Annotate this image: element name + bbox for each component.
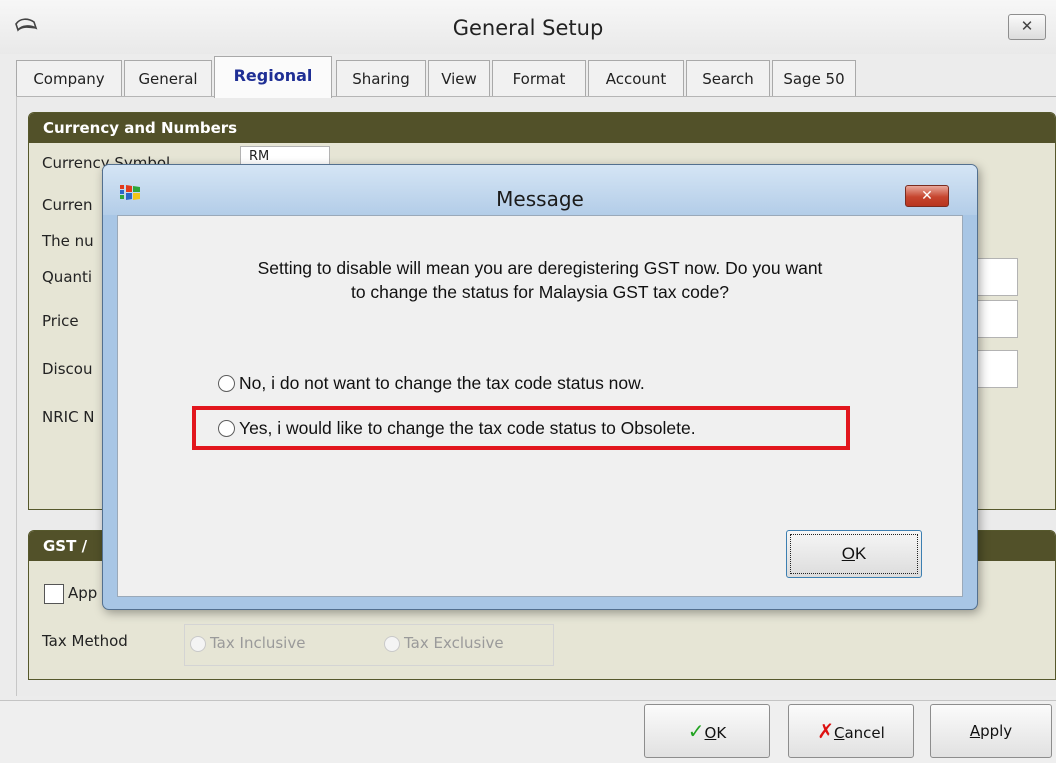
- dialog-message-line-1: Setting to disable will mean you are der…: [257, 258, 823, 278]
- tax-method-label: Tax Method: [42, 632, 128, 650]
- cross-icon: ✗: [817, 719, 834, 743]
- tab-sharing[interactable]: Sharing: [336, 60, 426, 96]
- tab-format[interactable]: Format: [492, 60, 586, 96]
- tax-exclusive-radio[interactable]: [384, 636, 400, 652]
- tax-inclusive-label: Tax Inclusive: [210, 634, 306, 652]
- currency-row-label: Curren: [42, 196, 93, 214]
- window-title: General Setup: [452, 16, 604, 40]
- tab-general[interactable]: General: [124, 60, 212, 96]
- option-no-label: No, i do not want to change the tax code…: [239, 373, 645, 393]
- ok-mnemonic: O: [704, 724, 717, 742]
- tab-company[interactable]: Company: [16, 60, 122, 96]
- dialog-ok-button[interactable]: OK: [786, 530, 922, 578]
- dialog-ok-mnemonic: O: [841, 544, 855, 563]
- option-no[interactable]: No, i do not want to change the tax code…: [218, 370, 645, 396]
- dialog-message: Setting to disable will mean you are der…: [118, 256, 962, 304]
- dialog-message-line-2: to change the status for Malaysia GST ta…: [350, 282, 730, 302]
- tab-account[interactable]: Account: [588, 60, 684, 96]
- window-close-button[interactable]: ✕: [1008, 14, 1046, 40]
- dialog-titlebar: Message ✕: [103, 165, 977, 215]
- tab-sage-50[interactable]: Sage 50: [772, 60, 856, 96]
- ok-button[interactable]: ✓OK: [644, 704, 770, 758]
- dialog-close-button[interactable]: ✕: [905, 185, 949, 207]
- tab-view[interactable]: View: [428, 60, 490, 96]
- tab-search[interactable]: Search: [686, 60, 770, 96]
- nric-label: NRIC N: [42, 408, 95, 426]
- dialog-ok-focus-rect: OK: [790, 534, 918, 574]
- cancel-button[interactable]: ✗Cancel: [788, 704, 914, 758]
- cancel-label-rest: ancel: [844, 724, 885, 742]
- tax-exclusive-label: Tax Exclusive: [404, 634, 504, 652]
- window-titlebar: General Setup ✕: [0, 0, 1056, 54]
- dialog-body: Setting to disable will mean you are der…: [117, 215, 963, 597]
- ok-label-rest: K: [716, 724, 727, 742]
- option-no-radio[interactable]: [218, 375, 235, 392]
- apply-gst-label: App: [68, 584, 98, 602]
- checkmark-icon: ✓: [687, 719, 705, 743]
- highlight-annotation-box: [192, 406, 850, 450]
- apply-button[interactable]: Apply: [930, 704, 1052, 758]
- message-dialog: Message ✕ Setting to disable will mean y…: [102, 164, 978, 610]
- price-label: Price: [42, 312, 79, 330]
- tax-inclusive-radio[interactable]: [190, 636, 206, 652]
- tab-regional[interactable]: Regional: [214, 56, 332, 98]
- apply-mnemonic: A: [969, 722, 981, 740]
- number-row-label: The nu: [42, 232, 94, 250]
- apply-gst-checkbox[interactable]: [44, 584, 64, 604]
- currency-section-header: Currency and Numbers: [29, 113, 1055, 143]
- apply-label-rest: pply: [980, 722, 1013, 740]
- dialog-title: Message: [496, 187, 584, 211]
- dialog-ok-label-rest: K: [854, 544, 867, 563]
- discount-label: Discou: [42, 360, 93, 378]
- quantity-label: Quanti: [42, 268, 93, 286]
- cancel-mnemonic: C: [833, 724, 845, 742]
